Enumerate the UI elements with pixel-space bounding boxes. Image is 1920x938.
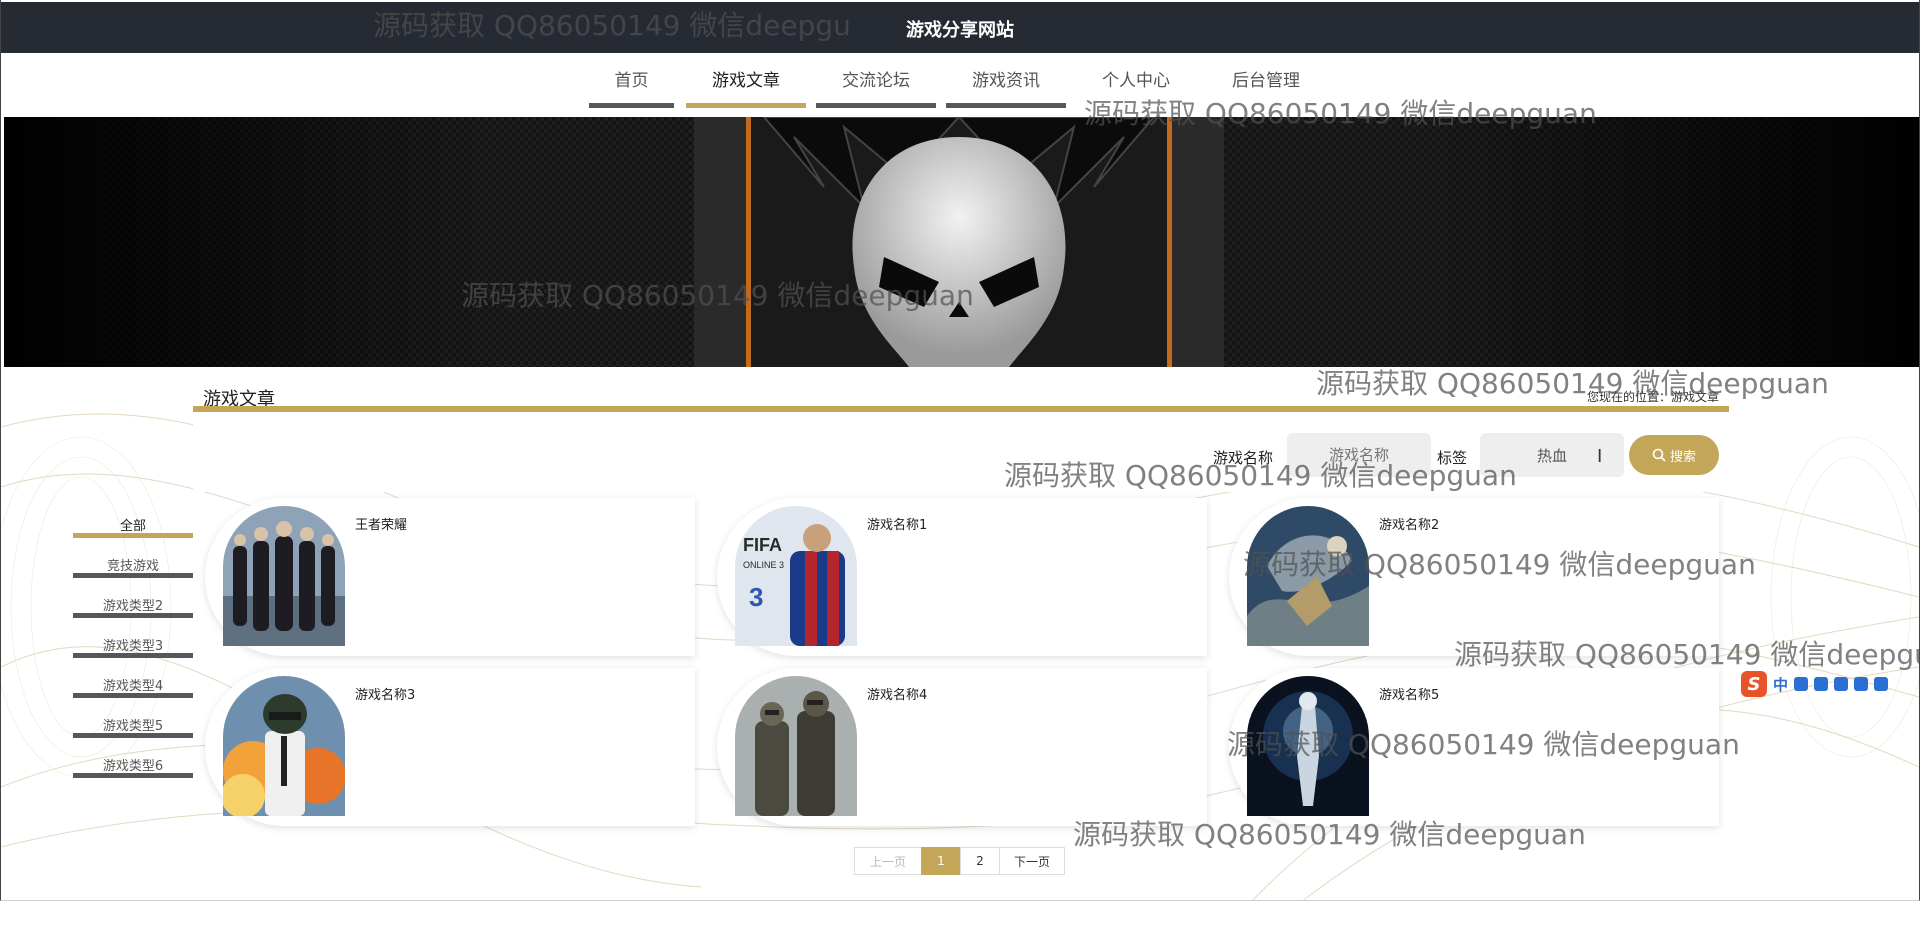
nav-underline (946, 103, 1066, 108)
game-name: 游戏名称1 (867, 518, 928, 533)
category-underline (73, 693, 193, 698)
game-name-input[interactable] (1287, 433, 1431, 477)
game-thumbnail (1247, 506, 1369, 646)
category-type-5[interactable]: 游戏类型5 (73, 715, 193, 738)
game-name-label: 游戏名称 (1213, 449, 1274, 467)
category-all[interactable]: 全部 (73, 515, 193, 538)
category-underline (73, 773, 193, 778)
category-label: 竞技游戏 (106, 559, 159, 574)
nav-underline (589, 103, 674, 108)
category-underline (73, 613, 193, 618)
category-type-4[interactable]: 游戏类型4 (73, 675, 193, 698)
pagination: 上一页 1 2 下一页 (854, 847, 1065, 875)
keyboard-icon (1834, 677, 1849, 691)
category-label: 全部 (119, 519, 146, 534)
category-label: 游戏类型4 (102, 679, 164, 694)
site-title: 游戏分享网站 (906, 20, 1014, 41)
nav-item-label: 游戏文章 (712, 71, 780, 91)
microphone-icon (1814, 677, 1829, 691)
game-name: 游戏名称4 (867, 688, 928, 703)
tag-label: 标签 (1437, 449, 1468, 467)
game-card[interactable]: 游戏名称4 (717, 668, 1207, 826)
nav-item-admin[interactable]: 后台管理 (1206, 68, 1326, 108)
breadcrumb: 您现在的位置：游戏文章 (1586, 390, 1719, 404)
tools-icon (1874, 677, 1889, 691)
nav-underline (686, 103, 806, 108)
sogou-logo-icon: S (1741, 671, 1767, 697)
search-button[interactable]: 搜索 (1629, 435, 1719, 475)
game-name: 游戏名称2 (1379, 518, 1440, 533)
tag-input[interactable] (1480, 433, 1624, 477)
skin-icon (1854, 677, 1869, 691)
category-type-3[interactable]: 游戏类型3 (73, 635, 193, 658)
category-label: 游戏类型6 (102, 759, 164, 774)
game-card[interactable]: 游戏名称3 (205, 668, 695, 826)
ime-toolbar[interactable]: S 中 (1741, 670, 1919, 698)
nav-item-game-articles[interactable]: 游戏文章 (686, 68, 806, 108)
page-frame: 游戏分享网站 首页 游戏文章 交流论坛 游戏资讯 个人中心 后台管理 游戏文章 … (0, 0, 1920, 901)
category-underline (73, 573, 193, 578)
category-label: 游戏类型5 (102, 719, 164, 734)
page-button[interactable]: 1 (921, 847, 961, 875)
game-card[interactable]: 王者荣耀 (205, 498, 695, 656)
category-competitive[interactable]: 竞技游戏 (73, 555, 193, 578)
game-card[interactable]: 游戏名称5 (1229, 668, 1719, 826)
nav-item-label: 后台管理 (1232, 71, 1300, 91)
text-cursor-icon: I (1597, 446, 1603, 467)
game-thumbnail (223, 676, 345, 816)
next-page-button[interactable]: 下一页 (999, 847, 1065, 875)
search-icon (1652, 448, 1666, 462)
category-underline (73, 653, 193, 658)
game-thumbnail (735, 676, 857, 816)
game-card[interactable]: FIFA ONLINE 3 3 游戏名称1 (717, 498, 1207, 656)
hero-banner (4, 117, 1919, 367)
section-divider (193, 406, 1729, 412)
nav-item-label: 交流论坛 (842, 71, 910, 91)
category-type-2[interactable]: 游戏类型2 (73, 595, 193, 618)
skull-emblem-image (4, 117, 1919, 367)
svg-text:3: 3 (749, 582, 763, 612)
game-name: 游戏名称5 (1379, 688, 1440, 703)
game-name: 王者荣耀 (355, 518, 408, 533)
nav-underline (816, 103, 936, 108)
nav-item-forum[interactable]: 交流论坛 (816, 68, 936, 108)
ime-mode-indicator: 中 (1773, 675, 1789, 694)
nav-item-news[interactable]: 游戏资讯 (946, 68, 1066, 108)
punctuation-icon (1794, 677, 1809, 691)
nav-item-profile[interactable]: 个人中心 (1076, 68, 1196, 108)
game-thumbnail: FIFA ONLINE 3 3 (735, 506, 857, 646)
category-label: 游戏类型3 (102, 639, 164, 654)
game-card[interactable]: 游戏名称2 (1229, 498, 1719, 656)
header-bar: 游戏分享网站 (1, 2, 1919, 53)
category-underline (73, 733, 193, 738)
nav-item-label: 首页 (614, 71, 649, 91)
category-underline (73, 533, 193, 538)
nav-item-home[interactable]: 首页 (589, 68, 674, 108)
nav-item-label: 个人中心 (1102, 71, 1170, 91)
page-button[interactable]: 2 (960, 847, 1000, 875)
category-label: 游戏类型2 (102, 599, 164, 614)
prev-page-button[interactable]: 上一页 (854, 847, 922, 875)
category-type-6[interactable]: 游戏类型6 (73, 755, 193, 778)
game-thumbnail (1247, 676, 1369, 816)
game-name: 游戏名称3 (355, 688, 416, 703)
search-button-label: 搜索 (1669, 449, 1696, 465)
game-thumbnail (223, 506, 345, 646)
nav-item-label: 游戏资讯 (972, 71, 1040, 91)
svg-text:ONLINE 3: ONLINE 3 (743, 560, 784, 570)
svg-text:FIFA: FIFA (743, 535, 782, 555)
